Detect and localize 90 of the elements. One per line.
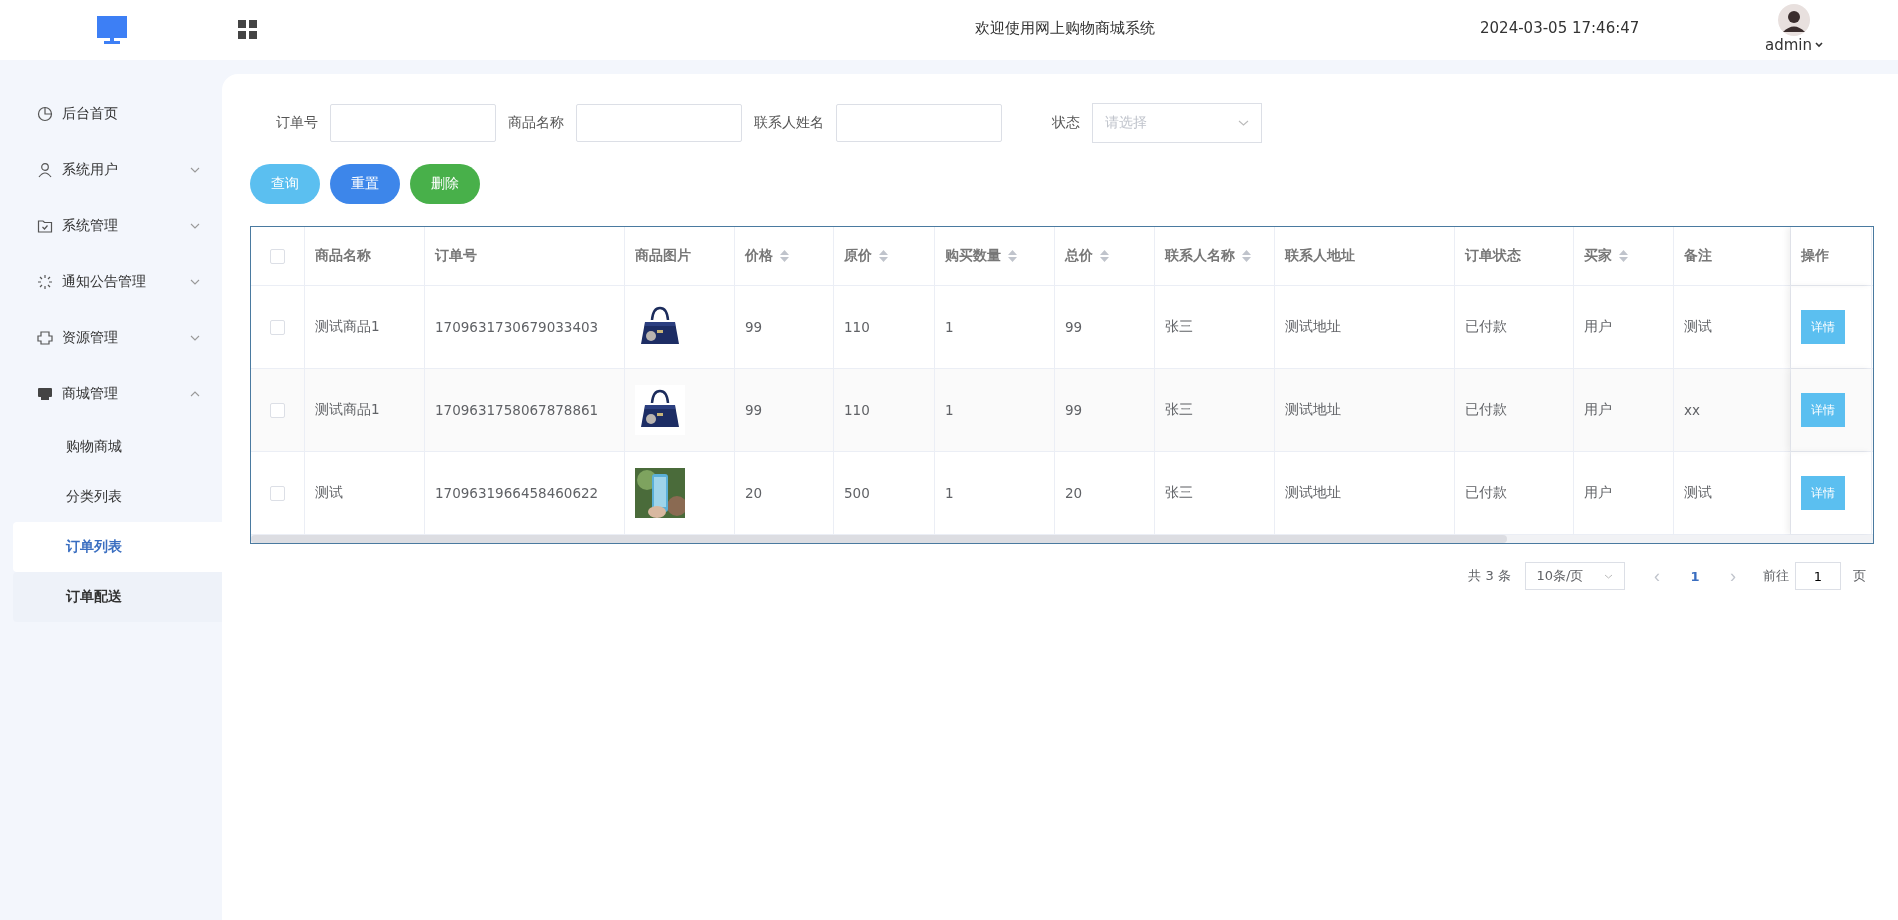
delete-button[interactable]: 删除 — [410, 164, 480, 204]
total-count: 共 3 条 — [1468, 567, 1511, 585]
submenu-item[interactable]: 分类列表 — [13, 472, 222, 522]
filter-label: 状态 — [1052, 114, 1080, 132]
table-cell: 1 — [945, 402, 954, 418]
avatar-icon[interactable] — [1778, 4, 1810, 36]
checkbox[interactable] — [270, 402, 285, 418]
caret-icon — [1815, 42, 1823, 48]
table-cell: 99 — [745, 319, 763, 335]
menu-item[interactable]: 通知公告管理 — [0, 254, 222, 310]
column-header[interactable]: 原价 — [834, 227, 935, 285]
column-header: 联系人地址 — [1275, 227, 1455, 285]
column-header[interactable]: 价格 — [735, 227, 834, 285]
table-cell: 1709631966458460622 — [435, 485, 599, 501]
table-cell: 已付款 — [1465, 318, 1507, 336]
chevron-down-icon — [1604, 573, 1614, 579]
pie-chart-icon — [37, 106, 53, 122]
column-header[interactable]: 联系人名称 — [1155, 227, 1275, 285]
goto-label: 前往 — [1763, 567, 1789, 585]
table-cell: 用户 — [1584, 401, 1612, 419]
monitor-icon — [97, 16, 127, 44]
shop-icon — [37, 386, 53, 402]
table-cell: 用户 — [1584, 484, 1612, 502]
table-cell: 张三 — [1165, 318, 1193, 336]
menu-item[interactable]: 资源管理 — [0, 310, 222, 366]
scrollbar[interactable] — [251, 535, 1873, 543]
menu-item[interactable]: 商城管理 — [0, 366, 222, 422]
column-header: 商品图片 — [625, 227, 735, 285]
table-cell: 110 — [844, 402, 870, 418]
submenu-item[interactable]: 订单配送 — [13, 572, 222, 622]
input-field[interactable] — [330, 104, 496, 142]
table-cell: 张三 — [1165, 484, 1193, 502]
filter-label: 订单号 — [276, 114, 318, 132]
table-cell: 张三 — [1165, 401, 1193, 419]
folder-icon — [37, 218, 53, 234]
column-header: 商品名称 — [305, 227, 425, 285]
checkbox[interactable] — [270, 319, 285, 335]
chevron-down-icon — [1238, 120, 1249, 126]
table-cell: 99 — [745, 402, 763, 418]
table-cell: 测试商品1 — [315, 318, 380, 336]
input-field[interactable] — [836, 104, 1002, 142]
menu-item[interactable]: 系统用户 — [0, 142, 222, 198]
checkbox[interactable] — [270, 485, 285, 501]
table-cell: 已付款 — [1465, 484, 1507, 502]
column-header: 操作 — [1791, 227, 1872, 285]
grid-icon[interactable] — [238, 20, 258, 40]
menu-item[interactable]: 系统管理 — [0, 198, 222, 254]
column-header[interactable]: 购买数量 — [935, 227, 1055, 285]
table-cell: 1709631730679033403 — [435, 319, 599, 335]
column-header: 订单号 — [425, 227, 625, 285]
column-header[interactable]: 买家 — [1574, 227, 1674, 285]
checkbox[interactable] — [270, 248, 285, 264]
table-cell: 1 — [945, 319, 954, 335]
table-cell: 测试 — [315, 484, 343, 502]
table-cell: 1709631758067878861 — [435, 402, 599, 418]
table-cell: 测试地址 — [1285, 484, 1341, 502]
table-cell: 测试 — [1684, 484, 1712, 502]
table-cell: 99 — [1065, 319, 1083, 335]
table-cell: xx — [1684, 402, 1700, 418]
date-time: 2024-03-05 17:46:47 — [1480, 19, 1640, 37]
table-cell: 测试 — [1684, 318, 1712, 336]
user-icon — [37, 162, 53, 178]
reset-button[interactable]: 重置 — [330, 164, 400, 204]
loading-icon — [37, 274, 53, 290]
table-cell: 110 — [844, 319, 870, 335]
table-cell: 测试地址 — [1285, 401, 1341, 419]
column-header: 备注 — [1674, 227, 1791, 285]
table-cell: 20 — [745, 485, 763, 501]
page-suffix: 页 — [1853, 567, 1866, 585]
table-cell: 测试商品1 — [315, 401, 380, 419]
page-number[interactable]: 1 — [1675, 567, 1715, 585]
table-cell: 已付款 — [1465, 401, 1507, 419]
page-input[interactable]: 1 — [1795, 562, 1841, 590]
filter-label: 联系人姓名 — [754, 114, 824, 132]
table-cell: 99 — [1065, 402, 1083, 418]
submenu-item[interactable]: 购物商城 — [13, 422, 222, 472]
table-cell: 500 — [844, 485, 870, 501]
table-cell: 测试地址 — [1285, 318, 1341, 336]
table-cell: 用户 — [1584, 318, 1612, 336]
column-header: 订单状态 — [1455, 227, 1574, 285]
input-field[interactable] — [576, 104, 742, 142]
filter-label: 商品名称 — [508, 114, 564, 132]
column-header[interactable]: 总价 — [1055, 227, 1155, 285]
page-size-select[interactable]: 10条/页 — [1525, 562, 1625, 590]
table-cell: 20 — [1065, 485, 1083, 501]
submenu-item[interactable]: 订单列表 — [13, 522, 222, 572]
header-title: 欢迎使用网上购物商城系统 — [975, 19, 1155, 38]
user-menu[interactable]: admin — [1765, 36, 1823, 54]
menu-item[interactable]: 后台首页 — [0, 86, 222, 142]
table-cell: 1 — [945, 485, 954, 501]
